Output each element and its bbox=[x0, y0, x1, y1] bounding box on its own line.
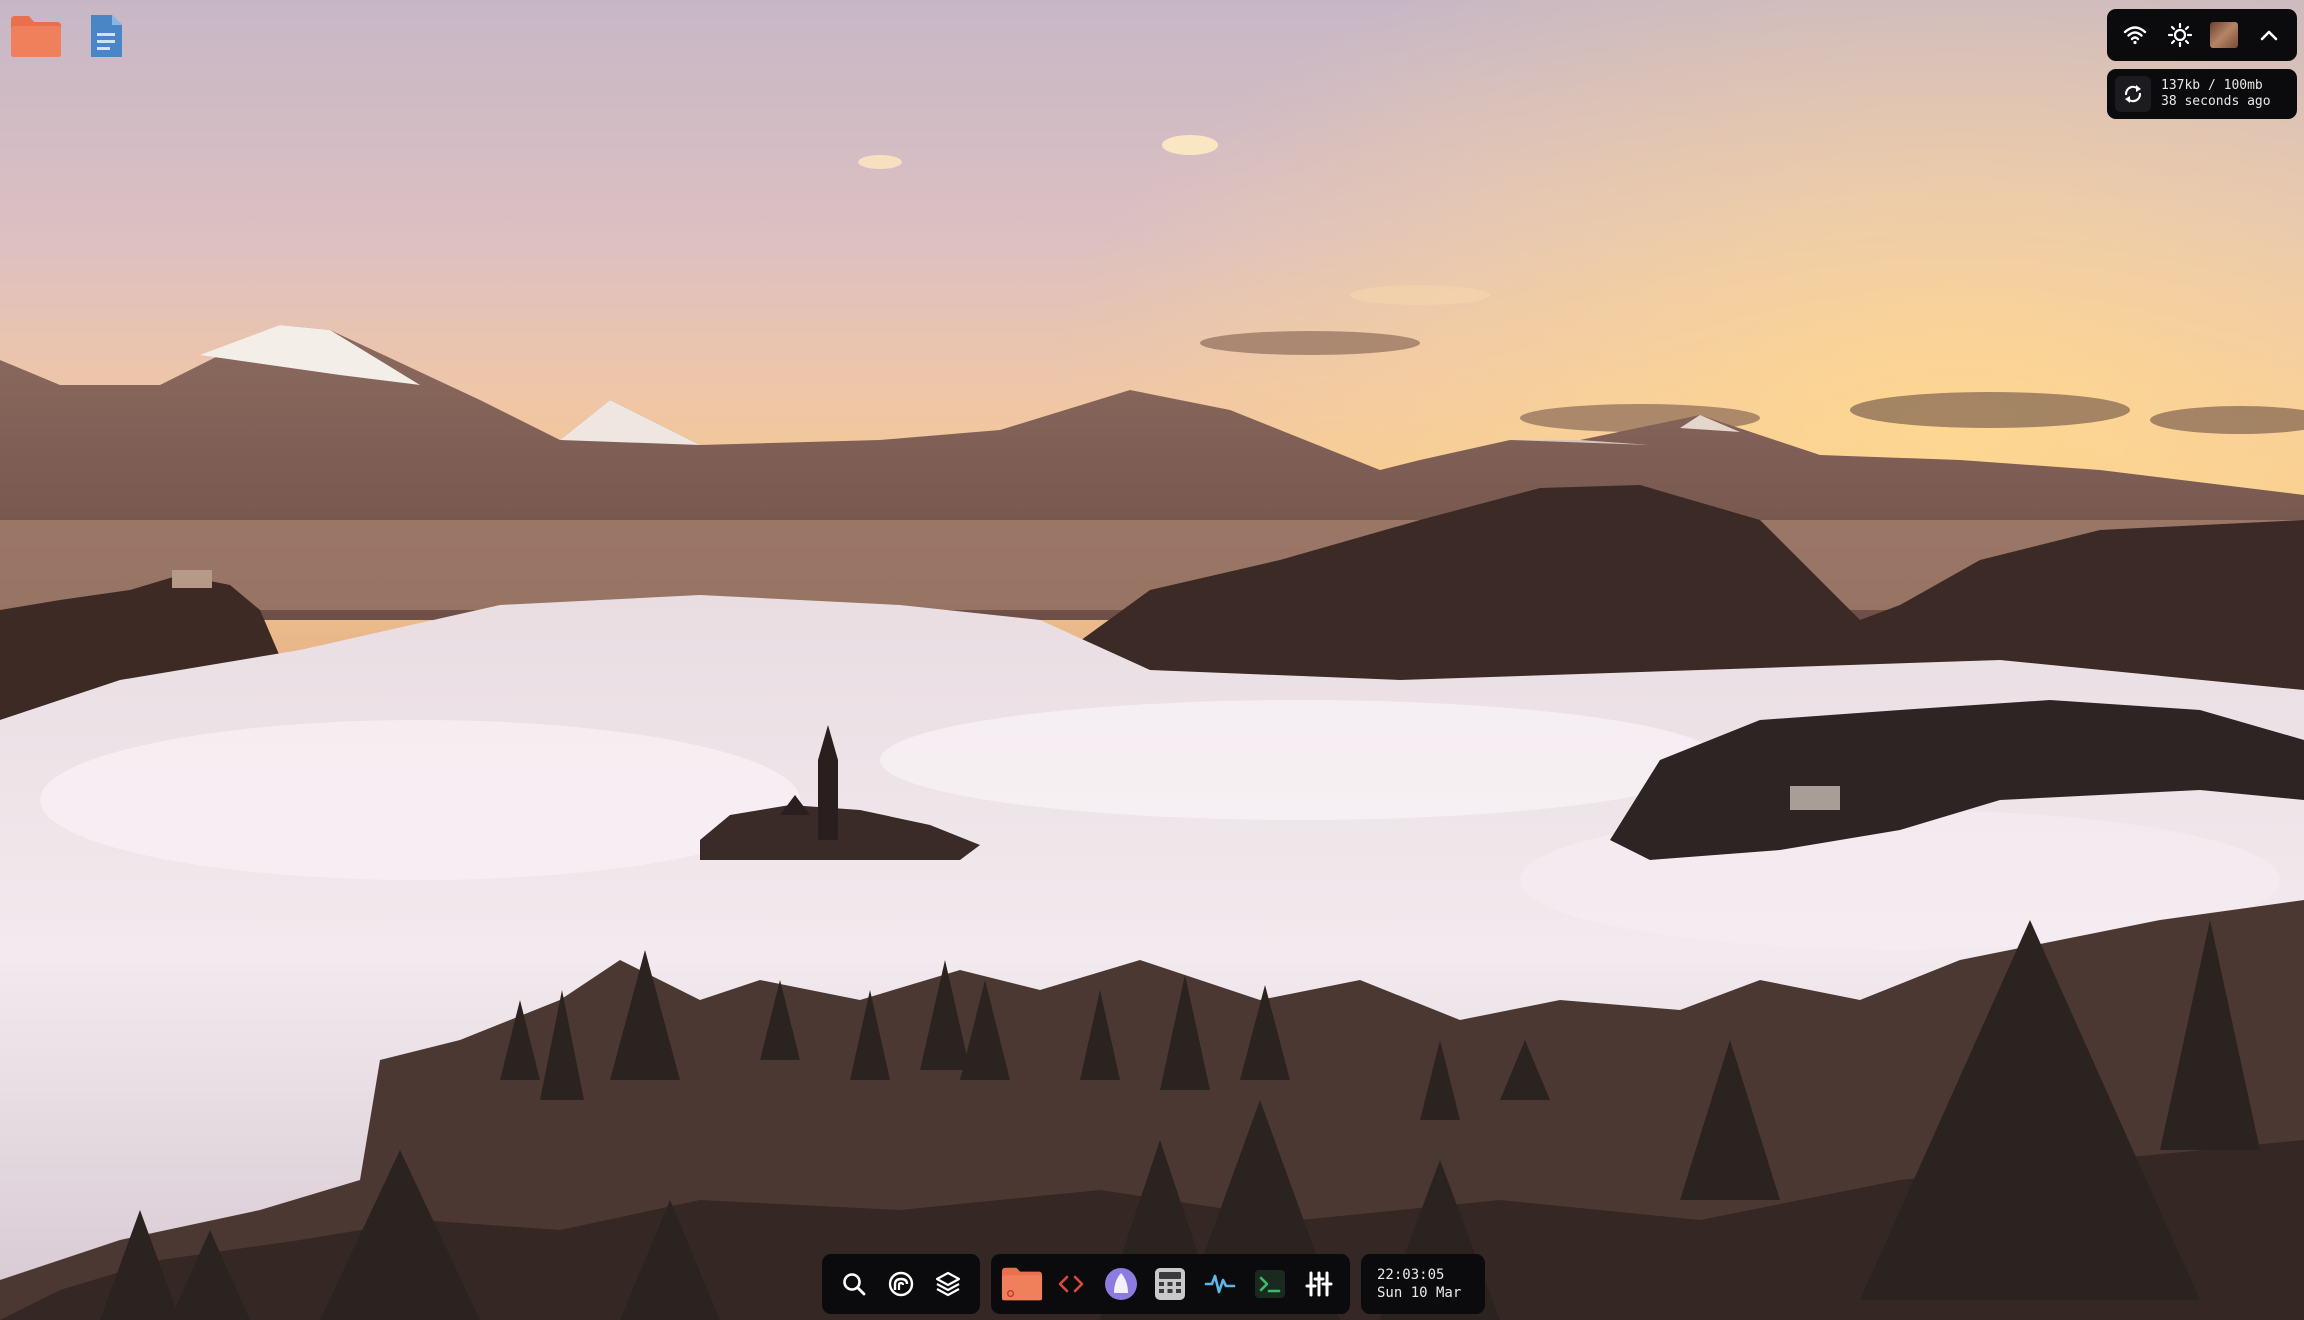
dock-clock[interactable]: 22:03:05 Sun 10 Mar bbox=[1361, 1254, 1485, 1314]
folder-icon bbox=[11, 16, 61, 57]
mixer-icon bbox=[1305, 1271, 1333, 1297]
code-editor-app[interactable] bbox=[1050, 1263, 1092, 1305]
calculator-app[interactable] bbox=[1149, 1263, 1191, 1305]
code-icon bbox=[1059, 1275, 1084, 1293]
wallpaper bbox=[0, 0, 2304, 1320]
user-avatar[interactable] bbox=[2205, 16, 2243, 54]
system-monitor-app[interactable] bbox=[1199, 1263, 1241, 1305]
clock-date: Sun 10 Mar bbox=[1377, 1285, 1462, 1301]
desktop-folder-icon[interactable] bbox=[6, 10, 66, 62]
terminal-app[interactable] bbox=[1249, 1263, 1291, 1305]
tuxedo-app[interactable] bbox=[1100, 1263, 1142, 1305]
chevron-up-icon[interactable] bbox=[2250, 16, 2288, 54]
sync-icon[interactable] bbox=[2115, 76, 2151, 112]
activity-icon bbox=[1204, 1274, 1236, 1294]
files-app[interactable] bbox=[1001, 1263, 1043, 1305]
tuxedo-icon bbox=[1104, 1268, 1137, 1300]
brightness-icon[interactable] bbox=[2161, 16, 2199, 54]
launcher-icon[interactable] bbox=[880, 1263, 922, 1305]
sync-text: 137kb / 100mb 38 seconds ago bbox=[2161, 78, 2271, 110]
desktop-document-icon[interactable] bbox=[76, 10, 136, 62]
mixer-app[interactable] bbox=[1298, 1263, 1340, 1305]
calculator-icon bbox=[1155, 1268, 1186, 1300]
wifi-icon[interactable] bbox=[2116, 16, 2154, 54]
search-icon[interactable] bbox=[833, 1263, 875, 1305]
dock-apps bbox=[991, 1254, 1350, 1314]
terminal-icon bbox=[1254, 1270, 1285, 1298]
sync-status-widget[interactable]: 137kb / 100mb 38 seconds ago bbox=[2107, 69, 2297, 119]
avatar-image bbox=[2210, 22, 2239, 48]
sync-usage: 137kb / 100mb bbox=[2161, 78, 2263, 93]
folder-icon bbox=[1001, 1267, 1042, 1301]
clock-time: 22:03:05 bbox=[1377, 1267, 1445, 1283]
layers-icon[interactable] bbox=[927, 1263, 969, 1305]
sync-last-time: 38 seconds ago bbox=[2161, 94, 2271, 109]
document-icon bbox=[91, 15, 122, 57]
system-tray bbox=[2107, 9, 2297, 61]
dock-utilities bbox=[822, 1254, 980, 1314]
desktop: 137kb / 100mb 38 seconds ago 22:03:05 Su… bbox=[0, 0, 2304, 1320]
